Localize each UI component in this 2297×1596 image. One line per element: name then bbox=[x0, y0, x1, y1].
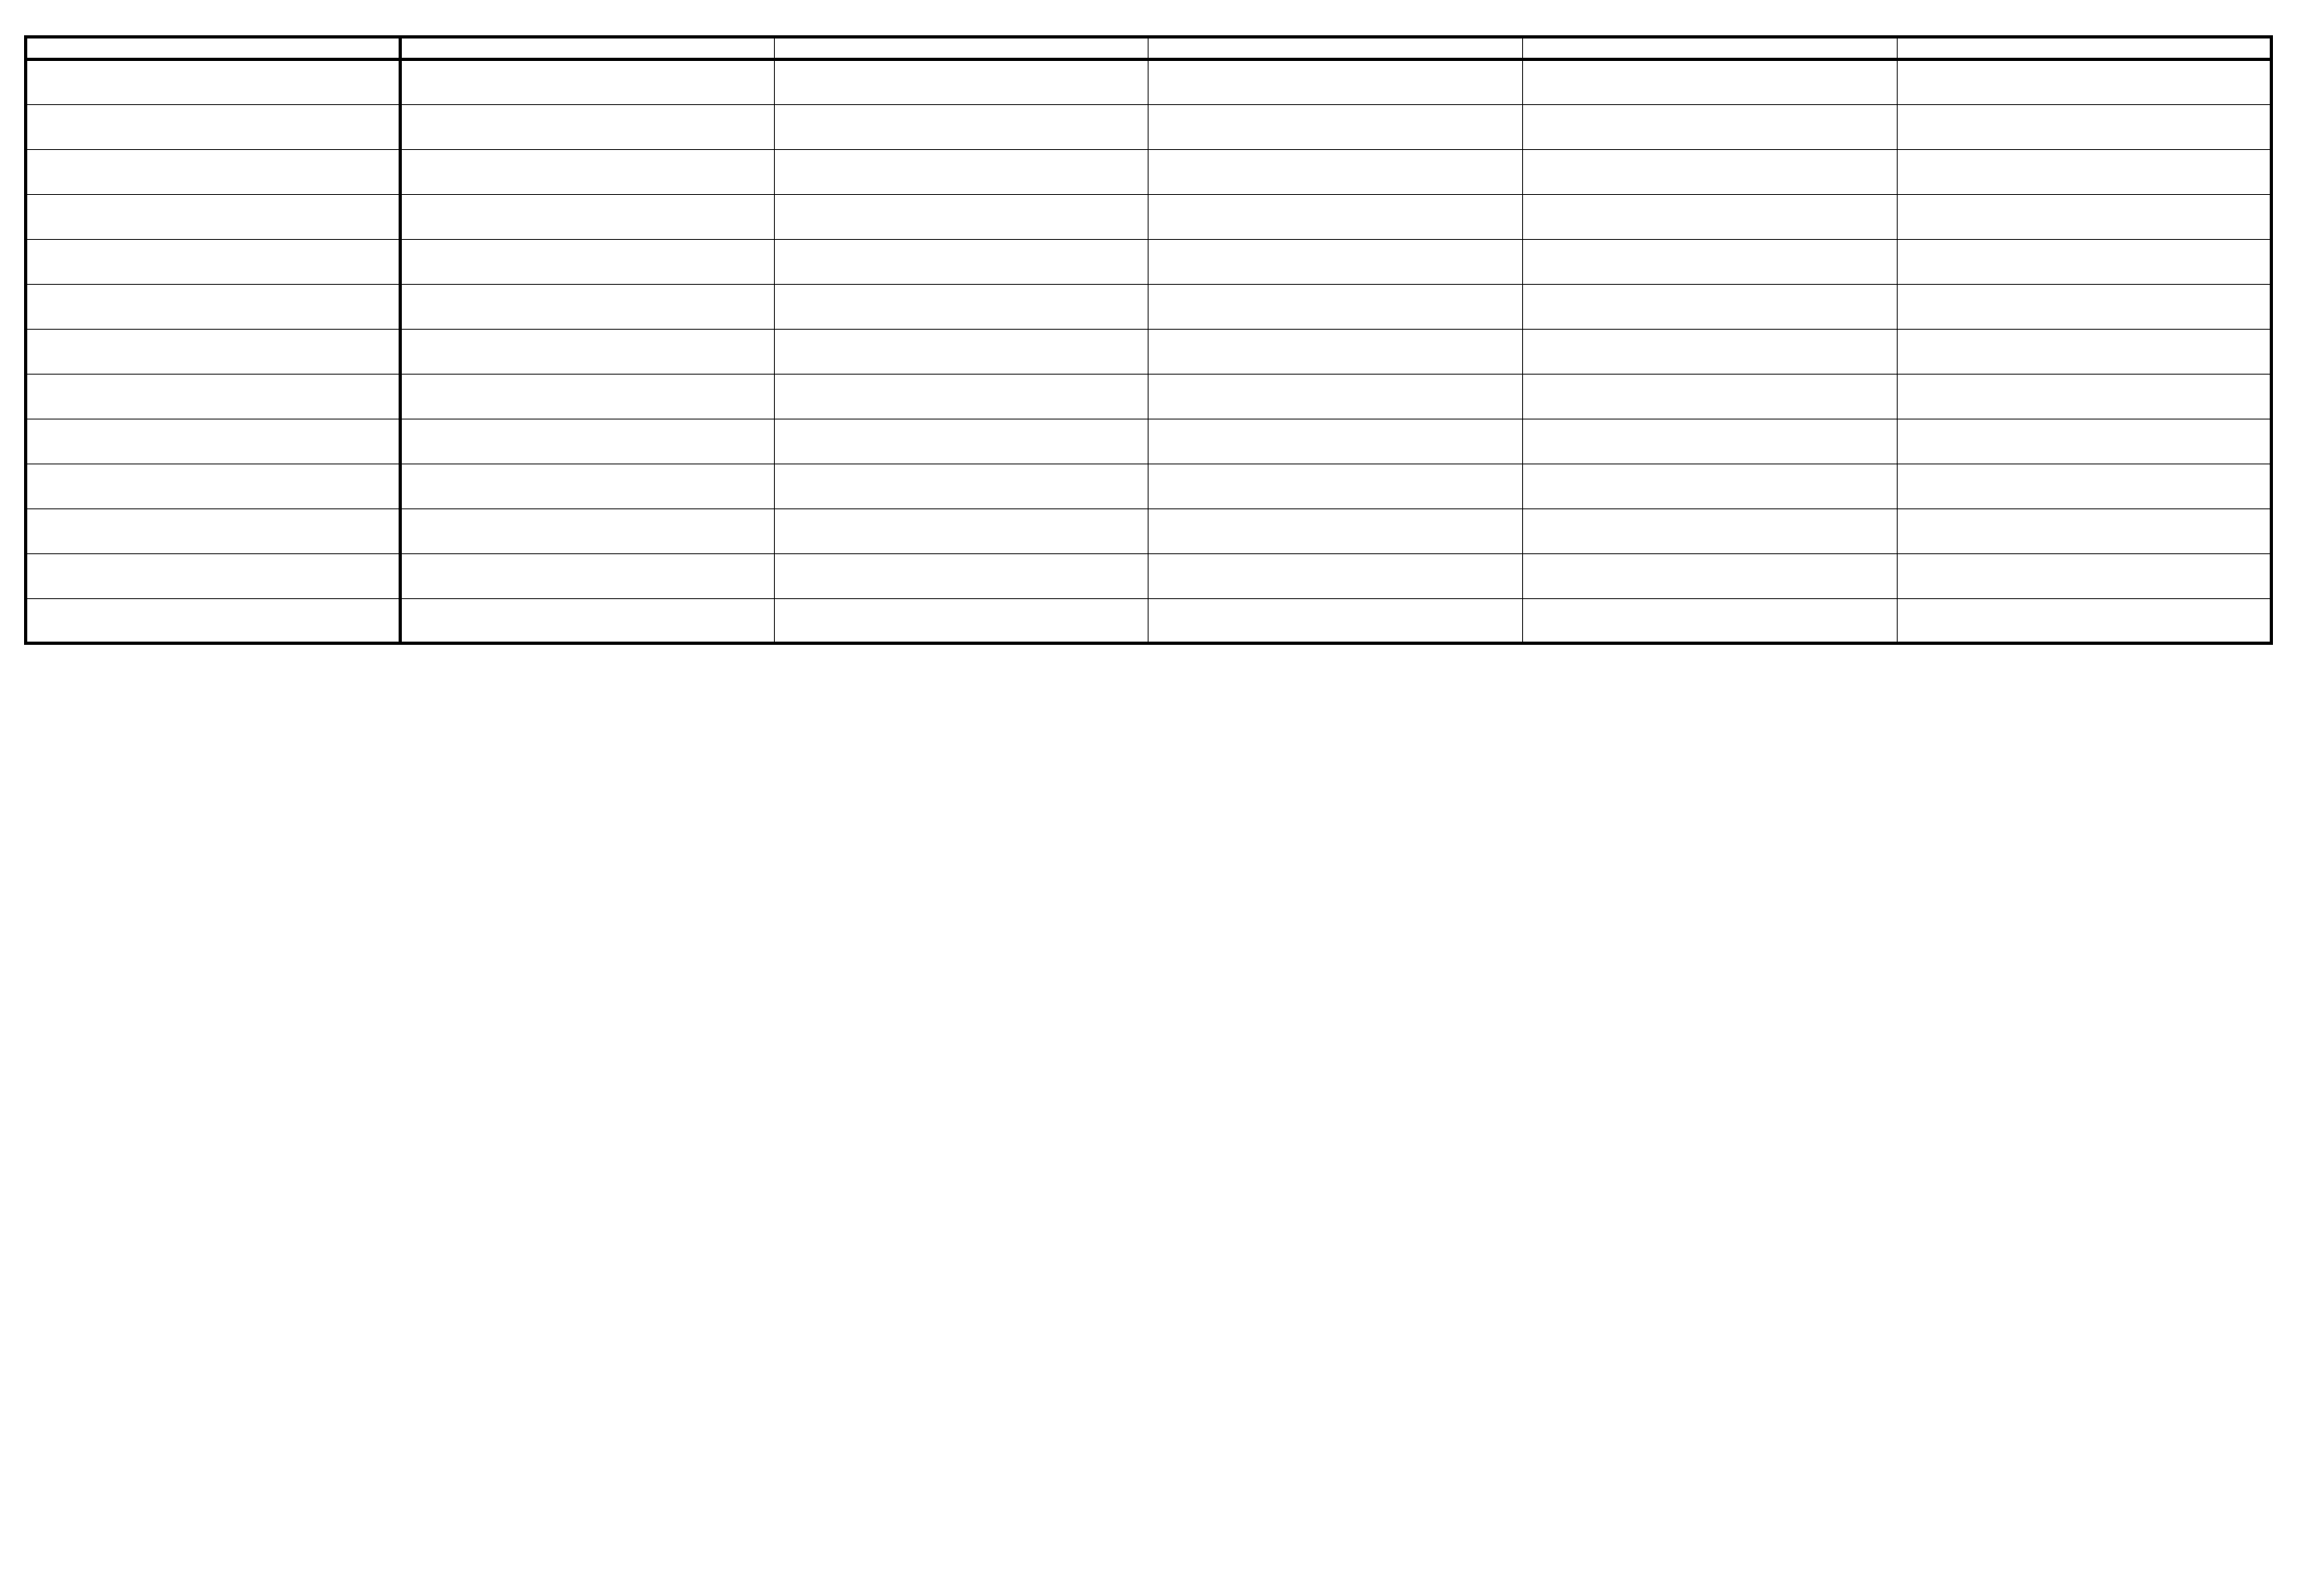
table-cell bbox=[1148, 598, 1523, 643]
table-cell bbox=[1148, 194, 1523, 239]
table-cell bbox=[400, 329, 775, 374]
table-cell bbox=[400, 374, 775, 419]
table-cell bbox=[1897, 598, 2271, 643]
table-cell bbox=[1523, 104, 1898, 149]
table-cell bbox=[774, 59, 1148, 104]
table-cell bbox=[400, 194, 775, 239]
table-cell bbox=[1897, 104, 2271, 149]
table-cell bbox=[400, 464, 775, 508]
table-cell bbox=[1897, 284, 2271, 329]
table-cell bbox=[26, 419, 400, 464]
table-row bbox=[26, 419, 2271, 464]
table-cell bbox=[1897, 374, 2271, 419]
table-cell bbox=[26, 239, 400, 284]
table-cell bbox=[26, 374, 400, 419]
table-cell bbox=[26, 598, 400, 643]
table-cell bbox=[400, 598, 775, 643]
table-cell bbox=[1523, 508, 1898, 553]
table-cell bbox=[400, 149, 775, 194]
table-cell bbox=[1897, 239, 2271, 284]
table-cell bbox=[774, 104, 1148, 149]
table-cell bbox=[1148, 59, 1523, 104]
table-cell bbox=[1523, 464, 1898, 508]
table-cell bbox=[26, 464, 400, 508]
table-cell bbox=[1148, 553, 1523, 598]
header-monday bbox=[400, 37, 775, 59]
table-cell bbox=[774, 239, 1148, 284]
table-cell bbox=[1897, 508, 2271, 553]
table-cell bbox=[1148, 464, 1523, 508]
table-cell bbox=[1897, 59, 2271, 104]
table-cell bbox=[1523, 239, 1898, 284]
header-tuesday bbox=[774, 37, 1148, 59]
table-cell bbox=[1523, 419, 1898, 464]
table-cell bbox=[400, 239, 775, 284]
table-cell bbox=[1148, 329, 1523, 374]
table-cell bbox=[26, 104, 400, 149]
table-cell bbox=[1148, 374, 1523, 419]
header-time-period bbox=[26, 37, 400, 59]
table-cell bbox=[1523, 329, 1898, 374]
table-cell bbox=[1523, 149, 1898, 194]
table-cell bbox=[400, 59, 775, 104]
table-cell bbox=[1148, 149, 1523, 194]
table-cell bbox=[26, 59, 400, 104]
table-cell bbox=[26, 553, 400, 598]
header-thursday bbox=[1523, 37, 1898, 59]
header-friday bbox=[1897, 37, 2271, 59]
table-row bbox=[26, 149, 2271, 194]
table-cell bbox=[400, 553, 775, 598]
table-row bbox=[26, 553, 2271, 598]
table-cell bbox=[774, 374, 1148, 419]
table-cell bbox=[1523, 284, 1898, 329]
table-row bbox=[26, 598, 2271, 643]
table-cell bbox=[1148, 239, 1523, 284]
table-cell bbox=[26, 284, 400, 329]
table-cell bbox=[26, 194, 400, 239]
table-row bbox=[26, 508, 2271, 553]
table-cell bbox=[1897, 464, 2271, 508]
table-cell bbox=[1523, 374, 1898, 419]
table-cell bbox=[1897, 194, 2271, 239]
table-row bbox=[26, 59, 2271, 104]
table-cell bbox=[400, 284, 775, 329]
table-cell bbox=[774, 598, 1148, 643]
table-cell bbox=[774, 194, 1148, 239]
table-cell bbox=[26, 149, 400, 194]
table-row bbox=[26, 239, 2271, 284]
table-cell bbox=[774, 419, 1148, 464]
table-cell bbox=[1523, 598, 1898, 643]
table-cell bbox=[1897, 419, 2271, 464]
table-cell bbox=[1148, 508, 1523, 553]
table-cell bbox=[400, 419, 775, 464]
table-cell bbox=[1148, 419, 1523, 464]
table-row bbox=[26, 104, 2271, 149]
table-cell bbox=[26, 508, 400, 553]
table-cell bbox=[774, 284, 1148, 329]
table-cell bbox=[1897, 149, 2271, 194]
table-cell bbox=[1148, 104, 1523, 149]
table-row bbox=[26, 374, 2271, 419]
table-cell bbox=[1523, 553, 1898, 598]
table-header-row bbox=[26, 37, 2271, 59]
table-cell bbox=[774, 508, 1148, 553]
table-cell bbox=[1897, 329, 2271, 374]
table-row bbox=[26, 329, 2271, 374]
table-cell bbox=[400, 104, 775, 149]
timetable bbox=[24, 35, 2273, 645]
table-cell bbox=[400, 508, 775, 553]
table-cell bbox=[1148, 284, 1523, 329]
table-row bbox=[26, 464, 2271, 508]
table-cell bbox=[774, 553, 1148, 598]
table-cell bbox=[1897, 553, 2271, 598]
table-cell bbox=[1523, 194, 1898, 239]
table-cell bbox=[774, 329, 1148, 374]
table-row bbox=[26, 284, 2271, 329]
table-row bbox=[26, 194, 2271, 239]
table-cell bbox=[774, 149, 1148, 194]
table-cell bbox=[26, 329, 400, 374]
table-cell bbox=[774, 464, 1148, 508]
header-wednesday bbox=[1148, 37, 1523, 59]
table-cell bbox=[1523, 59, 1898, 104]
